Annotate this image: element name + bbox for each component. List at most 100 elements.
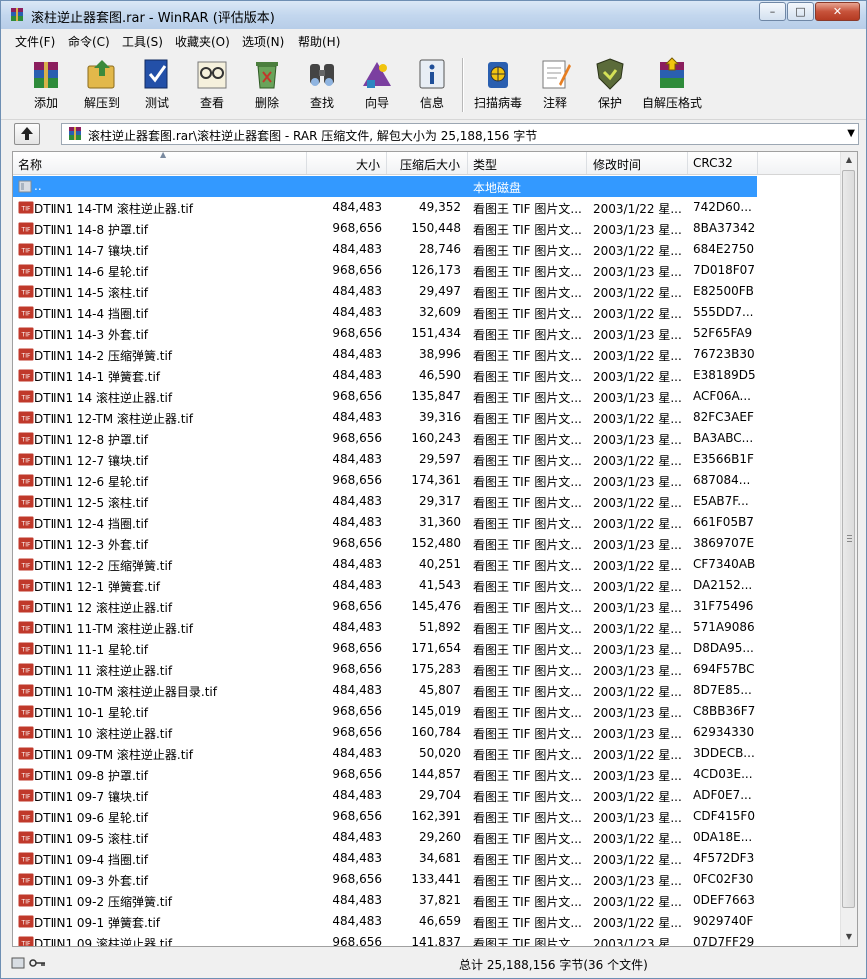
view-button[interactable]: 查看 (187, 54, 237, 116)
scroll-up-icon[interactable]: ▲ (841, 152, 857, 168)
file-modified: 2003/1/23 星... (593, 328, 682, 342)
file-row[interactable]: TIF DTⅡN1 12-4 挡圈.tif 484,483 31,360 看图王 TIF… (13, 512, 757, 533)
file-row[interactable]: TIF DTⅡN1 10-1 星轮.tif 968,656 145,019 看图王 TI… (13, 701, 757, 722)
menu-help[interactable]: 帮助(H) (298, 33, 340, 50)
tif-file-icon: TIF (18, 306, 34, 319)
file-row[interactable]: TIF DTⅡN1 12-1 弹簧套.tif 484,483 41,543 看图王 TI… (13, 575, 757, 596)
file-name: DTⅡN1 10 滚柱逆止器.tif (34, 727, 173, 741)
wizard-button[interactable]: 向导 (352, 54, 402, 116)
file-row[interactable]: TIF DTⅡN1 14-1 弹簧套.tif 484,483 46,590 看图王 TI… (13, 365, 757, 386)
file-row[interactable]: TIF DTⅡN1 12-2 压缩弹簧.tif 484,483 40,251 看图王 T… (13, 554, 757, 575)
file-row[interactable]: TIF DTⅡN1 09-6 星轮.tif 968,656 162,391 看图王 TI… (13, 806, 757, 827)
file-row[interactable]: TIF DTⅡN1 09-4 挡圈.tif 484,483 34,681 看图王 TIF… (13, 848, 757, 869)
file-row[interactable]: TIF DTⅡN1 09-3 外套.tif 968,656 133,441 看图王 TI… (13, 869, 757, 890)
find-button[interactable]: 查找 (297, 54, 347, 116)
file-row[interactable]: TIF DTⅡN1 12-3 外套.tif 968,656 152,480 看图王 TI… (13, 533, 757, 554)
scrollbar-thumb[interactable] (842, 170, 855, 908)
file-modified: 2003/1/22 星... (593, 412, 682, 426)
file-row[interactable]: TIF DTⅡN1 10-TM 滚柱逆止器目录.tif 484,483 45,807 看… (13, 680, 757, 701)
file-row[interactable]: TIF DTⅡN1 12-7 镶块.tif 484,483 29,597 看图王 TIF… (13, 449, 757, 470)
file-row[interactable]: TIF DTⅡN1 12-5 滚柱.tif 484,483 29,317 看图王 TIF… (13, 491, 757, 512)
menu-tools[interactable]: 工具(S) (122, 33, 163, 50)
file-list[interactable]: 名称 ▲ 大小 压缩后大小 类型 修改时间 CRC32 .. 本地磁盘 TIF D… (12, 151, 858, 947)
file-row[interactable]: TIF DTⅡN1 09-8 护罩.tif 968,656 144,857 看图王 TI… (13, 764, 757, 785)
file-name: DTⅡN1 09-7 镶块.tif (34, 790, 149, 804)
maximize-button[interactable]: □ (787, 2, 814, 21)
file-row[interactable]: TIF DTⅡN1 09 滚柱逆止器.tif 968,656 141,837 看图王 T… (13, 932, 757, 946)
title-bar[interactable]: 滚柱逆止器套图.rar - WinRAR (评估版本) – □ ✕ (1, 1, 866, 29)
file-row[interactable]: TIF DTⅡN1 12-TM 滚柱逆止器.tif 484,483 39,316 看图王… (13, 407, 757, 428)
info-button[interactable]: 信息 (407, 54, 457, 116)
file-row[interactable]: TIF DTⅡN1 12 滚柱逆止器.tif 968,656 145,476 看图王 T… (13, 596, 757, 617)
file-packed-size: 49,352 (419, 200, 461, 214)
file-row[interactable]: TIF DTⅡN1 12-8 护罩.tif 968,656 160,243 看图王 TI… (13, 428, 757, 449)
file-type: 看图王 TIF 图片文... (473, 265, 582, 279)
svg-text:TIF: TIF (21, 479, 31, 486)
file-row[interactable]: TIF DTⅡN1 11 滚柱逆止器.tif 968,656 175,283 看图王 T… (13, 659, 757, 680)
file-row[interactable]: TIF DTⅡN1 14-3 外套.tif 968,656 151,434 看图王 TI… (13, 323, 757, 344)
sfx-button[interactable]: 自解压格式 (639, 54, 705, 116)
file-row[interactable]: TIF DTⅡN1 09-5 滚柱.tif 484,483 29,260 看图王 TIF… (13, 827, 757, 848)
menu-options[interactable]: 选项(N) (242, 33, 284, 50)
file-type: 看图王 TIF 图片文... (473, 412, 582, 426)
virus-scan-button[interactable]: 扫描病毒 (470, 54, 526, 116)
minimize-button[interactable]: – (759, 2, 786, 21)
vertical-scrollbar[interactable]: ▲ ▼ (840, 152, 857, 946)
file-packed-size: 29,260 (419, 830, 461, 844)
file-packed-size: 150,448 (411, 221, 461, 235)
file-row[interactable]: TIF DTⅡN1 14-5 滚柱.tif 484,483 29,497 看图王 TIF… (13, 281, 757, 302)
column-type[interactable]: 类型 (473, 156, 497, 173)
scroll-down-icon[interactable]: ▼ (841, 929, 857, 945)
file-row[interactable]: TIF DTⅡN1 14-4 挡圈.tif 484,483 32,609 看图王 TIF… (13, 302, 757, 323)
file-packed-size: 126,173 (411, 263, 461, 277)
protect-button[interactable]: 保护 (585, 54, 635, 116)
file-crc32: CDF415F0 (693, 809, 755, 823)
delete-button[interactable]: 删除 (242, 54, 292, 116)
test-button[interactable]: 测试 (132, 54, 182, 116)
column-size[interactable]: 大小 (356, 156, 380, 173)
file-row[interactable]: TIF DTⅡN1 09-1 弹簧套.tif 484,483 46,659 看图王 TI… (13, 911, 757, 932)
file-packed-size: 41,543 (419, 578, 461, 592)
parent-folder-row[interactable]: .. 本地磁盘 (13, 176, 757, 197)
file-row[interactable]: TIF DTⅡN1 14-6 星轮.tif 968,656 126,173 看图王 TI… (13, 260, 757, 281)
svg-text:TIF: TIF (21, 878, 31, 885)
file-row[interactable]: TIF DTⅡN1 09-TM 滚柱逆止器.tif 484,483 50,020 看图王… (13, 743, 757, 764)
column-packed[interactable]: 压缩后大小 (400, 156, 460, 173)
view-icon (197, 61, 227, 89)
column-name[interactable]: 名称 (18, 156, 42, 173)
extract-to-button[interactable]: 解压到 (77, 54, 127, 116)
file-packed-size: 171,654 (411, 641, 461, 655)
file-row[interactable]: TIF DTⅡN1 14-TM 滚柱逆止器.tif 484,483 49,352 看图王… (13, 197, 757, 218)
file-crc32: 742D60... (693, 200, 752, 214)
file-type: 看图王 TIF 图片文... (473, 307, 582, 321)
file-row[interactable]: TIF DTⅡN1 14-7 镶块.tif 484,483 28,746 看图王 TIF… (13, 239, 757, 260)
toolbar: 添加 解压到 测试 查看 删除 查找 向导 信息 扫描病毒 注释 保护 自解压格… (1, 52, 866, 118)
close-button[interactable]: ✕ (815, 2, 860, 21)
menu-file[interactable]: 文件(F) (15, 33, 55, 50)
column-modified[interactable]: 修改时间 (593, 156, 641, 173)
menu-command[interactable]: 命令(C) (68, 33, 110, 50)
file-row[interactable]: TIF DTⅡN1 14 滚柱逆止器.tif 968,656 135,847 看图王 T… (13, 386, 757, 407)
tif-file-icon: TIF (18, 432, 34, 445)
file-row[interactable]: TIF DTⅡN1 09-2 压缩弹簧.tif 484,483 37,821 看图王 T… (13, 890, 757, 911)
add-button[interactable]: 添加 (21, 54, 71, 116)
column-header: 名称 ▲ 大小 压缩后大小 类型 修改时间 CRC32 (13, 152, 843, 175)
file-row[interactable]: TIF DTⅡN1 14-8 护罩.tif 968,656 150,448 看图王 TI… (13, 218, 757, 239)
chevron-down-icon[interactable]: ▼ (847, 128, 855, 139)
file-row[interactable]: TIF DTⅡN1 09-7 镶块.tif 484,483 29,704 看图王 TIF… (13, 785, 757, 806)
file-row[interactable]: TIF DTⅡN1 10 滚柱逆止器.tif 968,656 160,784 看图王 T… (13, 722, 757, 743)
up-folder-button[interactable] (14, 123, 40, 145)
file-modified: 2003/1/23 星... (593, 874, 682, 888)
file-row[interactable]: TIF DTⅡN1 12-6 星轮.tif 968,656 174,361 看图王 TI… (13, 470, 757, 491)
file-row[interactable]: TIF DTⅡN1 11-1 星轮.tif 968,656 171,654 看图王 TI… (13, 638, 757, 659)
svg-text:TIF: TIF (21, 542, 31, 549)
file-row[interactable]: TIF DTⅡN1 14-2 压缩弹簧.tif 484,483 38,996 看图王 T… (13, 344, 757, 365)
file-name: DTⅡN1 14-TM 滚柱逆止器.tif (34, 202, 193, 216)
column-crc32[interactable]: CRC32 (693, 156, 733, 170)
file-name: DTⅡN1 12 滚柱逆止器.tif (34, 601, 173, 615)
file-row[interactable]: TIF DTⅡN1 11-TM 滚柱逆止器.tif 484,483 51,892 看图王… (13, 617, 757, 638)
menu-favorites[interactable]: 收藏夹(O) (175, 33, 230, 50)
svg-text:TIF: TIF (21, 500, 31, 507)
comment-button[interactable]: 注释 (530, 54, 580, 116)
path-combobox[interactable]: 滚柱逆止器套图.rar\滚柱逆止器套图 - RAR 压缩文件, 解包大小为 25… (61, 123, 859, 145)
